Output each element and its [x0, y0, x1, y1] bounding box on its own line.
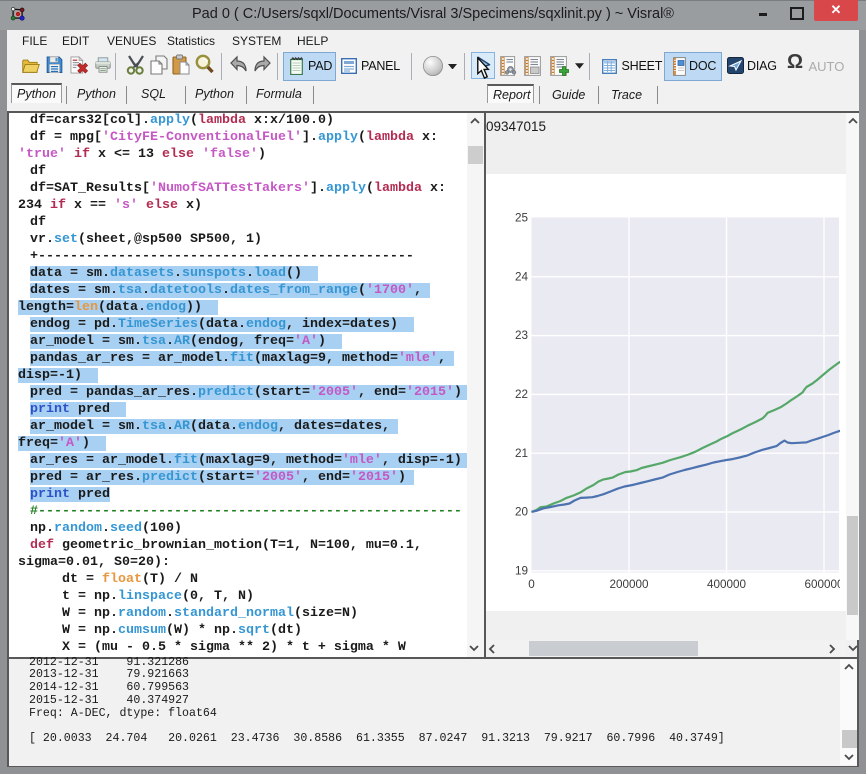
svg-text:21: 21	[514, 447, 527, 460]
svg-text:200000: 200000	[609, 578, 649, 591]
svg-text:25: 25	[514, 212, 528, 225]
svg-text:0: 0	[528, 578, 535, 591]
svg-text:19: 19	[514, 564, 527, 577]
svg-text:20: 20	[514, 506, 528, 519]
svg-text:22: 22	[514, 388, 527, 401]
svg-text:23: 23	[514, 329, 527, 342]
svg-text:600000: 600000	[804, 578, 840, 591]
svg-text:24: 24	[514, 270, 528, 283]
svg-text:400000: 400000	[706, 578, 746, 591]
